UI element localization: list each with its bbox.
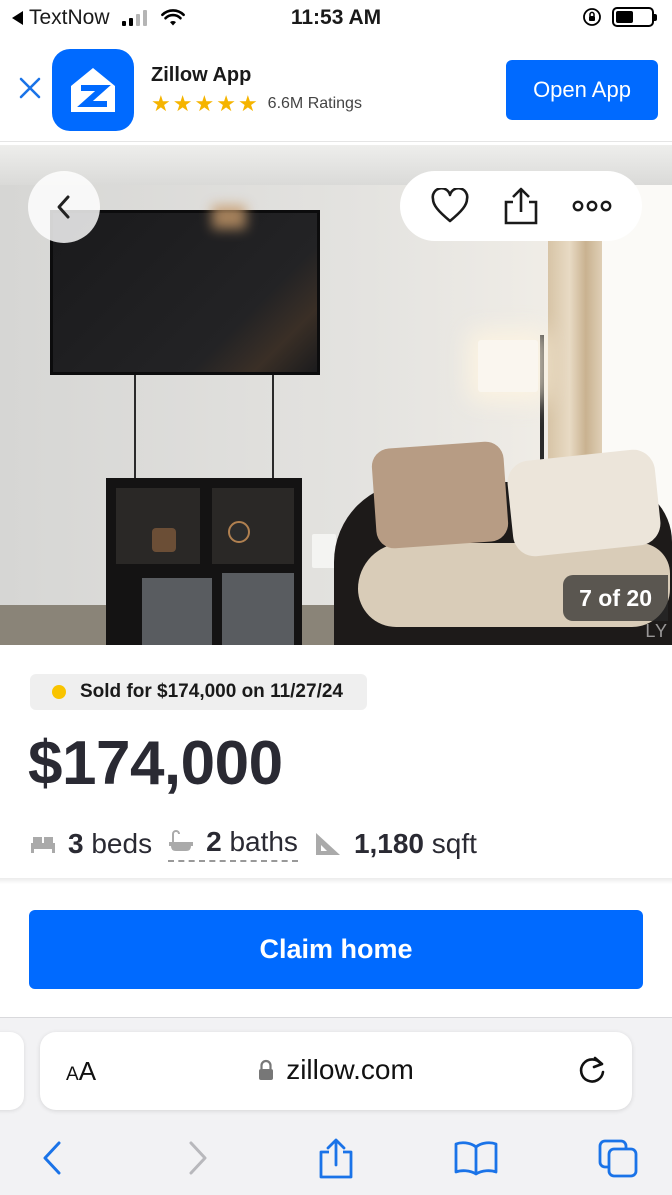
bathtub-icon: [169, 830, 194, 851]
share-icon: [319, 1138, 353, 1179]
previous-tab-peek[interactable]: [0, 1032, 24, 1110]
app-name: Zillow App: [151, 64, 252, 86]
browser-nav-row: [0, 1130, 672, 1186]
ratings-count: 6.6M Ratings: [267, 95, 362, 112]
star-icon: ★: [216, 91, 236, 116]
address-bar[interactable]: AA zillow.com: [40, 1032, 632, 1110]
zillow-app-icon: [52, 49, 134, 131]
reload-icon[interactable]: [574, 1052, 610, 1088]
divider: [0, 878, 672, 884]
url-display[interactable]: zillow.com: [40, 1054, 632, 1086]
baths-fact[interactable]: 2 baths: [168, 826, 298, 862]
lock-icon: [259, 1059, 274, 1080]
more-options-button[interactable]: [567, 181, 617, 231]
photo-counter: 7 of 20: [563, 575, 668, 621]
chevron-left-icon: [57, 195, 70, 219]
listing-price: $174,000: [28, 729, 283, 798]
battery-icon: [612, 7, 657, 27]
share-button[interactable]: [496, 181, 546, 231]
baths-count: 2: [206, 826, 222, 857]
app-rating: ★ ★ ★ ★ ★ 6.6M Ratings: [151, 91, 362, 116]
beds-fact: 3 beds: [30, 828, 152, 860]
sold-status-dot-icon: [52, 685, 66, 699]
orientation-lock-icon: [583, 8, 601, 26]
chevron-left-icon: [43, 1141, 61, 1175]
browser-toolbar: AA zillow.com: [0, 1017, 672, 1195]
bed-icon: [31, 837, 55, 853]
ruler-triangle-icon: [315, 833, 340, 855]
baths-label: baths: [229, 826, 298, 857]
photo-actions: [400, 171, 642, 241]
sqft-label: sqft: [431, 828, 477, 859]
beds-count: 3: [68, 828, 84, 859]
star-icon: ★: [237, 91, 258, 116]
sqft-count: 1,180: [353, 828, 425, 859]
url-text: zillow.com: [286, 1054, 414, 1085]
status-badge: Sold for $174,000 on 11/27/24: [30, 674, 367, 710]
star-icon: ★: [194, 91, 215, 116]
heart-icon: [431, 188, 469, 223]
app-banner: Zillow App ★ ★ ★ ★ ★ 6.6M Ratings Open A…: [0, 38, 672, 142]
browser-forward-button[interactable]: [174, 1134, 222, 1182]
share-icon: [504, 187, 538, 225]
zillow-logo-icon: [71, 68, 115, 112]
browser-back-button[interactable]: [28, 1134, 76, 1182]
sqft-fact: 1,180 sqft: [314, 828, 477, 860]
claim-home-button[interactable]: Claim home: [29, 910, 643, 989]
tabs-icon: [598, 1139, 638, 1178]
browser-share-button[interactable]: [312, 1134, 360, 1182]
bookmarks-button[interactable]: [452, 1134, 500, 1182]
book-icon: [454, 1141, 498, 1176]
open-app-button[interactable]: Open App: [506, 60, 658, 120]
beds-label: beds: [91, 828, 153, 859]
home-facts: 3 beds 2 baths 1,180 sqft: [30, 822, 493, 866]
photo-watermark: LY: [645, 621, 668, 641]
status-right: [582, 7, 657, 27]
status-time: 11:53 AM: [290, 6, 382, 29]
star-icon: ★: [172, 91, 193, 116]
listing-photo[interactable]: 7 of 20 LY: [0, 145, 672, 645]
sold-text: Sold for $174,000 on 11/27/24: [80, 681, 343, 702]
back-button[interactable]: [28, 171, 100, 243]
status-bar: TextNow 11:53 AM: [0, 0, 672, 36]
star-icon: ★: [151, 91, 171, 116]
close-icon[interactable]: [16, 74, 44, 102]
tabs-button[interactable]: [594, 1134, 642, 1182]
more-icon: [572, 200, 612, 212]
chevron-right-icon: [189, 1141, 207, 1175]
save-home-button[interactable]: [425, 181, 475, 231]
photo-tv: [50, 210, 320, 375]
